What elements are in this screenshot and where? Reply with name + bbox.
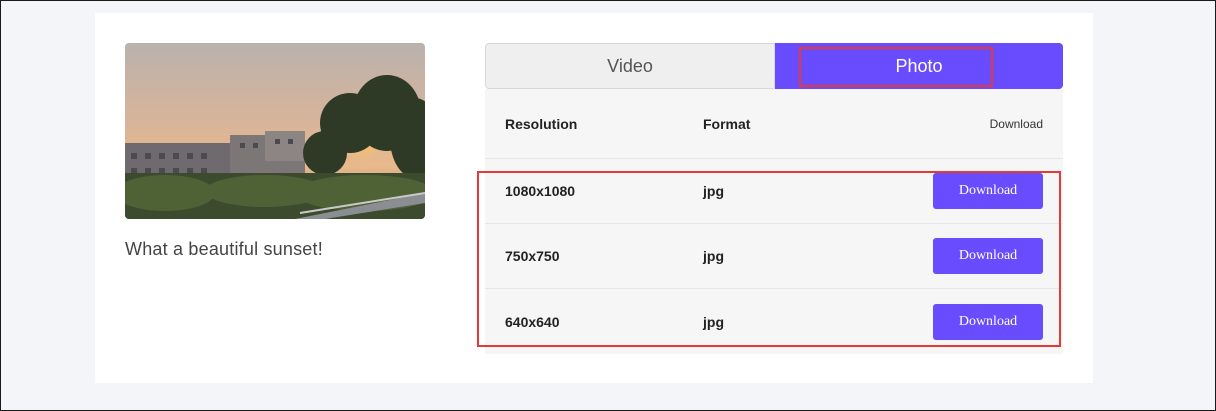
download-button[interactable]: Download — [933, 173, 1043, 209]
column-header-download: Download — [989, 116, 1043, 131]
download-button[interactable]: Download — [933, 238, 1043, 274]
download-button[interactable]: Download — [933, 303, 1043, 340]
table-row: 640x640 jpg Download — [485, 289, 1063, 354]
table-header-row: Resolution Format Download — [485, 89, 1063, 159]
tab-video[interactable]: Video — [485, 43, 775, 89]
format-cell: jpg — [703, 183, 724, 199]
table-row: 1080x1080 jpg Download — [485, 159, 1063, 224]
sunset-photo-image — [125, 43, 425, 219]
resolution-cell: 750x750 — [505, 248, 560, 264]
table-row: 750x750 jpg Download — [485, 224, 1063, 289]
column-header-resolution: Resolution — [505, 115, 578, 132]
tab-photo[interactable]: Photo — [775, 43, 1063, 89]
format-cell: jpg — [703, 313, 724, 330]
post-caption: What a beautiful sunset! — [125, 239, 323, 259]
column-header-format: Format — [703, 115, 751, 132]
media-type-tabs: Video Photo — [485, 43, 1063, 89]
post-thumbnail[interactable] — [125, 43, 425, 219]
format-cell: jpg — [703, 248, 724, 264]
resolution-cell: 1080x1080 — [505, 183, 576, 199]
resolution-cell: 640x640 — [505, 313, 560, 330]
download-table: Resolution Format Download 1080x1080 jpg… — [485, 89, 1063, 354]
